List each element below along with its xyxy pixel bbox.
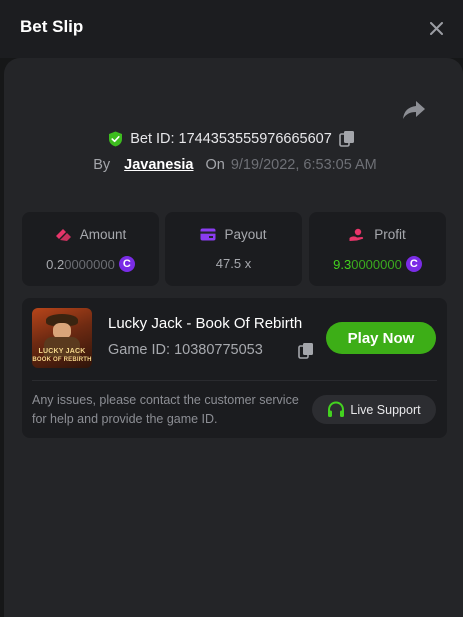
copy-icon[interactable] — [338, 130, 355, 147]
support-notice: Any issues, please contact the customer … — [32, 393, 299, 426]
payout-card: Payout 47.5 x — [165, 212, 302, 286]
hand-coin-icon — [349, 228, 364, 241]
coin-icon: C — [118, 256, 135, 272]
coin-icon: C — [405, 256, 422, 272]
by-label: By — [93, 157, 111, 173]
amount-value-row: 0.20000000 C — [22, 256, 159, 272]
amount-value-main: 0.2 — [46, 256, 65, 272]
bet-date: 9/19/2022, 6:53:05 AM — [230, 157, 377, 173]
play-now-button[interactable]: Play Now — [326, 322, 436, 354]
page-title: Bet Slip — [20, 17, 84, 36]
profit-value-main: 9.3 — [333, 256, 352, 272]
live-support-button[interactable]: Live Support — [312, 395, 436, 424]
headphones-icon — [328, 401, 345, 417]
close-icon — [429, 21, 443, 35]
bet-id: Bet ID: 1744353555976665607 — [130, 130, 332, 147]
share-button[interactable] — [401, 99, 427, 121]
game-thumbnail[interactable]: LUCKY JACK BOOK OF REBIRTH — [32, 308, 92, 368]
shield-check-icon — [109, 131, 123, 146]
divider — [32, 380, 437, 381]
bet-meta-row: By Javanesia On 9/19/2022, 6:53:05 AM — [0, 157, 463, 173]
thumbnail-subtitle: BOOK OF REBIRTH — [32, 357, 92, 363]
game-name: Lucky Jack - Book Of Rebirth — [108, 315, 303, 332]
live-support-label: Live Support — [350, 402, 421, 417]
payout-label-row: Payout — [165, 227, 302, 242]
close-button[interactable] — [424, 16, 448, 40]
header-bar: Bet Slip — [0, 0, 463, 58]
amount-label: Amount — [79, 227, 127, 242]
thumbnail-title: LUCKY JACK — [38, 348, 86, 355]
amount-label-row: Amount — [22, 227, 159, 242]
username-link[interactable]: Javanesia — [124, 157, 193, 173]
game-card: LUCKY JACK BOOK OF REBIRTH Lucky Jack - … — [22, 298, 447, 438]
payout-label: Payout — [224, 227, 267, 242]
profit-value-rest: 0000000 — [351, 256, 402, 272]
payout-value-row: 47.5 x — [165, 256, 302, 271]
profit-value-row: 9.30000000 C — [309, 256, 446, 272]
profit-card: Profit 9.30000000 C — [309, 212, 446, 286]
chip-icon — [55, 228, 71, 241]
share-icon — [403, 101, 425, 119]
payout-value: 47.5 x — [215, 256, 252, 271]
copy-icon[interactable] — [298, 342, 314, 359]
game-id: Game ID: 10380775053 — [108, 342, 263, 358]
on-label: On — [205, 157, 225, 173]
amount-value-rest: 0000000 — [64, 256, 115, 272]
bet-id-row: Bet ID: 1744353555976665607 — [0, 130, 463, 147]
profit-label: Profit — [374, 227, 406, 242]
profit-label-row: Profit — [309, 227, 446, 242]
amount-card: Amount 0.20000000 C — [22, 212, 159, 286]
card-icon — [200, 228, 216, 241]
